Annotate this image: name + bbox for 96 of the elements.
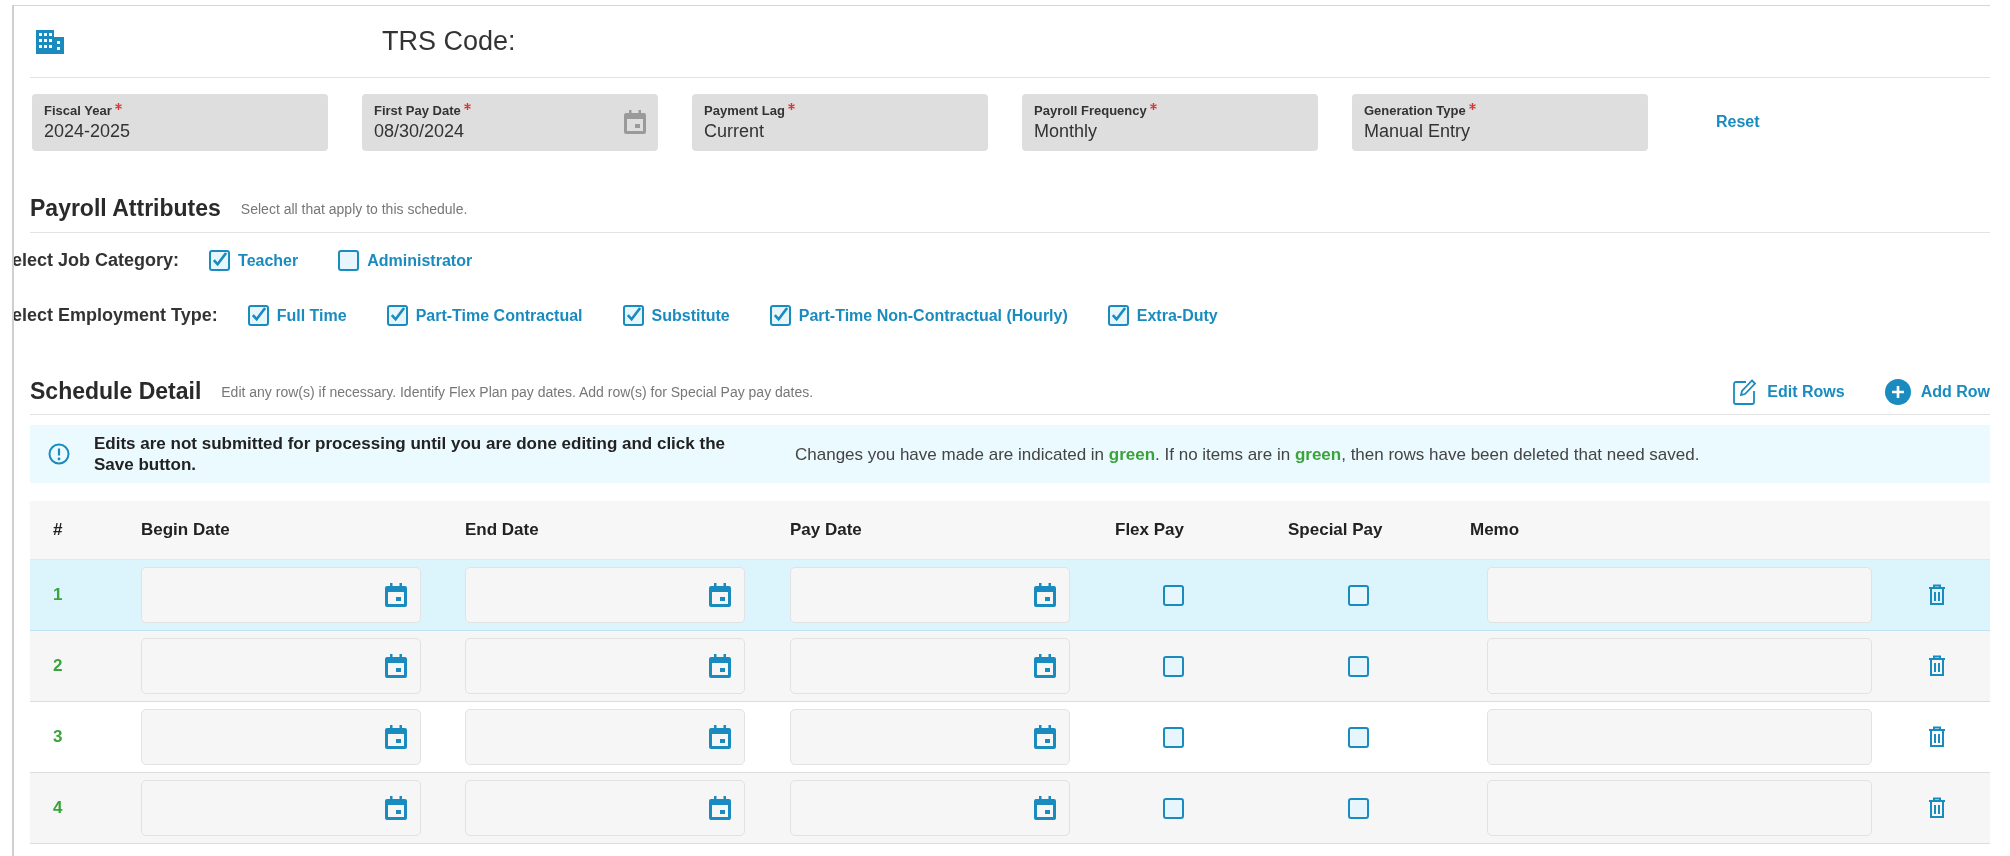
select-field[interactable]: Payroll Frequency Monthly [1022, 93, 1318, 151]
field-value: Monthly [1034, 120, 1099, 142]
checkbox[interactable] [1163, 584, 1184, 606]
table-row[interactable]: 4 [30, 773, 1990, 844]
checkbox-label[interactable]: Full Time [276, 306, 347, 325]
calendar-icon[interactable] [709, 796, 731, 820]
calendar-icon[interactable] [385, 796, 407, 820]
row-number: 3 [52, 727, 64, 747]
checkbox[interactable] [1163, 797, 1184, 819]
date-field[interactable] [790, 709, 1070, 765]
checkbox[interactable] [1348, 655, 1369, 677]
memo-field[interactable] [1487, 709, 1872, 765]
memo-field[interactable] [1487, 567, 1872, 623]
select-field[interactable]: Payment Lag Current [692, 93, 988, 151]
checkbox-label[interactable]: Part-Time Non-Contractual (Hourly) [798, 306, 1068, 325]
building-icon [36, 29, 64, 54]
column-header: Begin Date [141, 520, 231, 540]
notice-text: Changes you have made are indicated in green. If no items are in green, then rows have been deleted that need saved. [795, 443, 1701, 465]
calendar-icon[interactable] [1034, 654, 1056, 678]
checkbox[interactable] [1348, 726, 1369, 748]
calendar-icon[interactable] [1034, 796, 1056, 820]
trash-icon[interactable] [1928, 797, 1946, 819]
edit-icon [1733, 378, 1758, 405]
checkbox[interactable] [1348, 797, 1369, 819]
checkbox-label[interactable]: Teacher [238, 251, 299, 270]
calendar-icon[interactable] [1034, 725, 1056, 749]
checkbox[interactable] [386, 305, 408, 326]
calendar-icon[interactable] [385, 654, 407, 678]
checkbox[interactable] [1107, 305, 1129, 326]
date-field[interactable] [141, 780, 421, 836]
column-header: End Date [465, 520, 540, 540]
select-field[interactable]: Generation Type Manual Entry [1352, 93, 1648, 151]
calendar-icon[interactable] [709, 725, 731, 749]
field-value: Manual Entry [1364, 120, 1472, 142]
field-value: 08/30/2024 [374, 120, 466, 142]
section-hint: Select all that apply to this schedule. [240, 200, 468, 217]
calendar-icon[interactable] [709, 654, 731, 678]
section-title: Payroll Attributes [30, 195, 221, 222]
trash-icon[interactable] [1928, 726, 1946, 748]
calendar-icon[interactable] [624, 110, 646, 134]
calendar-icon[interactable] [709, 583, 731, 607]
edit-rows-button[interactable]: Edit Rows [1733, 378, 1845, 405]
plus-circle-icon [1884, 378, 1911, 405]
checkbox[interactable] [247, 305, 269, 326]
column-header: Pay Date [790, 520, 863, 540]
calendar-icon[interactable] [1034, 583, 1056, 607]
field-label: Payment Lag [704, 102, 785, 118]
trash-icon[interactable] [1928, 584, 1946, 606]
date-field[interactable] [790, 638, 1070, 694]
checkbox[interactable] [769, 305, 791, 326]
checkbox-label[interactable]: Administrator [367, 251, 473, 270]
date-field[interactable] [141, 638, 421, 694]
checkbox[interactable] [209, 250, 231, 271]
date-field[interactable]: First Pay Date 08/30/2024 [362, 93, 658, 151]
checkbox[interactable] [1163, 726, 1184, 748]
checkbox-label[interactable]: Substitute [651, 306, 730, 325]
date-field[interactable] [465, 567, 745, 623]
field-value: 2024-2025 [44, 120, 132, 142]
field-label: Payroll Frequency [1034, 102, 1147, 118]
calendar-icon[interactable] [385, 583, 407, 607]
calendar-icon[interactable] [385, 725, 407, 749]
column-header: Special Pay [1288, 520, 1384, 540]
row-number: 4 [52, 798, 64, 818]
field-label: Generation Type [1364, 102, 1466, 118]
column-header: Flex Pay [1115, 520, 1185, 540]
notice-text: Edits are not submitted for processing until you are done editing and click the Save button. [94, 433, 726, 475]
date-field[interactable] [790, 780, 1070, 836]
row-number: 1 [52, 585, 64, 605]
checkbox[interactable] [1348, 584, 1369, 606]
date-field[interactable] [790, 567, 1070, 623]
section-title: Schedule Detail [30, 378, 202, 405]
date-field[interactable] [141, 709, 421, 765]
add-row-button[interactable]: Add Row [1884, 378, 1990, 405]
field-label: Fiscal Year [44, 102, 112, 118]
checkbox[interactable] [338, 250, 360, 271]
field-value: Current [704, 120, 766, 142]
section-hint: Edit any row(s) if necessary. Identify Flex Plan pay dates. Add row(s) for Special Pay pay dates. [221, 383, 814, 400]
date-field[interactable] [141, 567, 421, 623]
select-field[interactable]: Fiscal Year 2024-2025 [32, 93, 328, 151]
info-icon [48, 443, 70, 465]
row-number: 2 [52, 656, 64, 676]
checkbox-label[interactable]: Extra-Duty [1136, 306, 1218, 325]
reset-link[interactable]: Reset [1716, 113, 1760, 131]
trash-icon[interactable] [1928, 655, 1946, 677]
date-field[interactable] [465, 709, 745, 765]
table-row[interactable]: 1 [30, 560, 1990, 631]
trs-code-label: TRS Code: [382, 26, 516, 57]
date-field[interactable] [465, 780, 745, 836]
field-label: First Pay Date [374, 102, 461, 118]
date-field[interactable] [465, 638, 745, 694]
table-row[interactable]: 2 [30, 631, 1990, 702]
column-header: Memo [1470, 520, 1521, 540]
checkbox[interactable] [622, 305, 644, 326]
checkbox[interactable] [1163, 655, 1184, 677]
checkbox-label[interactable]: Part-Time Contractual [415, 306, 583, 325]
column-header: # [52, 520, 64, 540]
